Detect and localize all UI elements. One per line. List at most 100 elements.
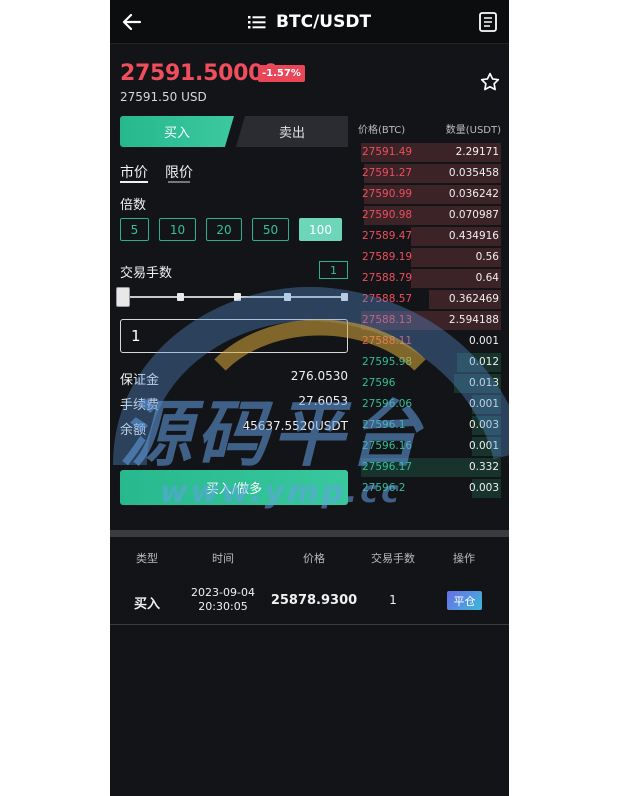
orderbook-bid-row[interactable]: 27596.06 0.001 <box>358 394 501 415</box>
orderbook-price: 27596 <box>362 377 396 389</box>
orderbook-qty: 0.013 <box>468 377 499 389</box>
orderbook-ask-row[interactable]: 27589.47 0.434916 <box>358 226 501 247</box>
orderbook-price-header: 价格(BTC) <box>358 125 406 136</box>
balance-row: 余额 45637.5520USDT <box>120 419 348 438</box>
slider-stop[interactable] <box>284 293 291 301</box>
leverage-option[interactable]: 50 <box>252 218 289 241</box>
orderbook-price: 27595.98 <box>362 356 413 368</box>
orderbook-bid-row[interactable]: 27595.98 0.012 <box>358 352 501 373</box>
quantity-input[interactable] <box>120 319 348 353</box>
orderbook-qty: 0.070987 <box>448 209 499 221</box>
tab-market[interactable]: 市价 <box>120 162 148 182</box>
section-divider <box>110 530 509 537</box>
orderbook-price: 27596.16 <box>362 440 413 452</box>
leverage-option-selected[interactable]: 100 <box>299 218 342 241</box>
order-qty: 1 <box>389 593 397 607</box>
balance-value: 45637.5520USDT <box>242 419 349 433</box>
orderbook-qty: 0.003 <box>468 419 499 431</box>
orderbook-price: 27588.57 <box>362 293 413 305</box>
slider-handle[interactable] <box>116 287 130 307</box>
orderbook-ask-row[interactable]: 27591.49 2.29171 <box>358 142 501 163</box>
orderbook-qty: 2.29171 <box>455 146 499 158</box>
orderbook-price: 27596.17 <box>362 461 413 473</box>
orderbook-mid-row[interactable]: 27588.11 0.001 <box>358 331 501 352</box>
order-type: 买入 <box>133 597 161 612</box>
orderbook-ask-row[interactable]: 27588.13 2.594188 <box>358 310 501 331</box>
fee-value: 27.6053 <box>298 394 348 408</box>
market-underline <box>120 181 148 183</box>
quantity-slider-track[interactable] <box>122 296 344 298</box>
slider-stop[interactable] <box>177 293 184 301</box>
change-badge: -1.57% <box>258 65 305 82</box>
page-title: BTC/USDT <box>276 11 372 32</box>
orderbook-qty: 0.035458 <box>448 167 499 179</box>
quantity-badge: 1 <box>319 261 348 279</box>
orderbook-price: 27596.1 <box>362 419 406 431</box>
orderbook-price: 27591.27 <box>362 167 413 179</box>
list-icon <box>247 15 266 28</box>
orderbook-bid-row[interactable]: 27596.16 0.001 <box>358 436 501 457</box>
usd-price: 27591.50 USD <box>120 90 207 104</box>
margin-value: 276.0530 <box>290 369 348 383</box>
pair-selector[interactable]: BTC/USDT <box>110 11 509 33</box>
slider-stop[interactable] <box>341 293 348 301</box>
quantity-label: 交易手数 <box>120 266 173 281</box>
leverage-option[interactable]: 10 <box>159 218 196 241</box>
order-record-icon[interactable] <box>477 11 499 33</box>
orderbook-qty: 0.64 <box>475 272 499 284</box>
orderbook-bid-row[interactable]: 27596.17 0.332 <box>358 457 501 478</box>
orderbook-qty: 0.362469 <box>448 293 499 305</box>
favorite-star-icon[interactable] <box>479 71 501 93</box>
col-header-time: 时间 <box>212 552 234 565</box>
orderbook-qty: 0.003 <box>468 482 499 494</box>
orderbook-price: 27596.06 <box>362 398 413 410</box>
last-price: 27591.50000 <box>120 61 279 86</box>
orderbook-ask-row[interactable]: 27589.19 0.56 <box>358 247 501 268</box>
leverage-option[interactable]: 20 <box>206 218 242 241</box>
orderbook-price: 27588.11 <box>362 335 413 347</box>
order-time: 2023-09-04 20:30:05 <box>191 586 255 614</box>
orderbook-ask-row[interactable]: 27588.79 0.64 <box>358 268 501 289</box>
orderbook-price: 27590.99 <box>362 188 413 200</box>
orderbook-bid-row[interactable]: 27596 0.013 <box>358 373 501 394</box>
buy-long-button[interactable]: 买入/做多 <box>120 470 348 505</box>
fee-label: 手续费 <box>120 398 160 413</box>
orderbook-price: 27589.47 <box>362 230 413 242</box>
col-header-qty: 交易手数 <box>371 552 415 565</box>
sell-tab[interactable]: 卖出 <box>236 116 348 147</box>
order-date-text: 2023-09-04 <box>191 586 255 599</box>
app-screen: BTC/USDT 27591.50000 -1.57% 27591.50 USD… <box>110 0 509 796</box>
orderbook-ask-row[interactable]: 27590.98 0.070987 <box>358 205 501 226</box>
orderbook-price: 27588.13 <box>362 314 413 326</box>
leverage-option[interactable]: 5 <box>120 218 149 241</box>
orderbook-qty: 0.036242 <box>448 188 499 200</box>
orderbook-qty: 0.012 <box>468 356 499 368</box>
buy-tab[interactable]: 买入 <box>120 116 234 147</box>
order-time-text: 20:30:05 <box>198 600 248 613</box>
row-divider <box>110 624 509 625</box>
top-bar: BTC/USDT <box>110 0 509 44</box>
orderbook-qty: 0.001 <box>468 335 499 347</box>
tab-limit[interactable]: 限价 <box>165 162 193 182</box>
orderbook-qty: 0.001 <box>468 440 499 452</box>
orderbook-price: 27590.98 <box>362 209 413 221</box>
orderbook-price: 27589.19 <box>362 251 413 263</box>
orderbook-ask-row[interactable]: 27591.27 0.035458 <box>358 163 501 184</box>
slider-stop[interactable] <box>234 293 241 301</box>
col-header-price: 价格 <box>303 552 325 565</box>
orderbook-price: 27588.79 <box>362 272 413 284</box>
orderbook-bid-row[interactable]: 27596.2 0.003 <box>358 478 501 499</box>
leverage-label: 倍数 <box>120 198 147 213</box>
close-position-button[interactable]: 平仓 <box>447 591 482 610</box>
orderbook-ask-row[interactable]: 27588.57 0.362469 <box>358 289 501 310</box>
orderbook-bid-row[interactable]: 27596.1 0.003 <box>358 415 501 436</box>
fee-row: 手续费 27.6053 <box>120 394 348 413</box>
orderbook-qty: 0.332 <box>468 461 499 473</box>
limit-underline <box>168 181 190 183</box>
balance-label: 余额 <box>120 423 147 438</box>
orderbook-qty: 0.434916 <box>448 230 499 242</box>
margin-row: 保证金 276.0530 <box>120 369 348 388</box>
orderbook-ask-row[interactable]: 27590.99 0.036242 <box>358 184 501 205</box>
orderbook-price: 27591.49 <box>362 146 413 158</box>
orderbook-qty: 0.001 <box>468 398 499 410</box>
